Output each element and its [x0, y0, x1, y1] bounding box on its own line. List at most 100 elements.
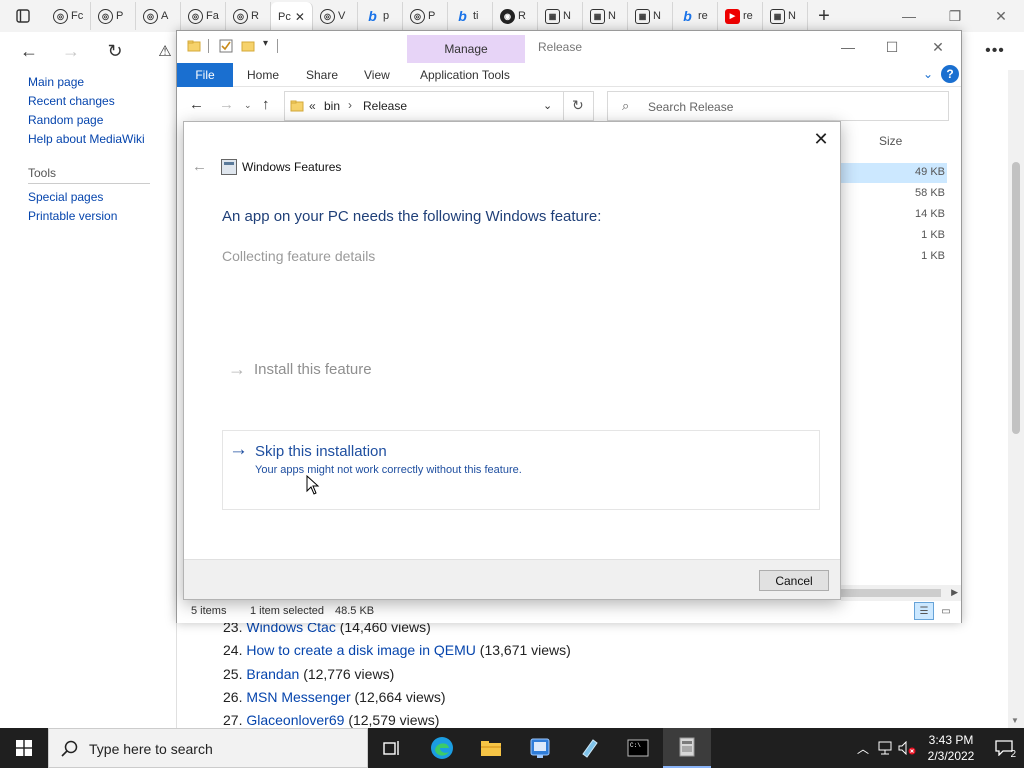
browser-tab[interactable]: bp [358, 2, 403, 30]
wiki-link-special-pages[interactable]: Special pages [28, 190, 103, 204]
forward-button[interactable]: → [56, 36, 86, 66]
task-view-button[interactable] [368, 728, 416, 768]
explorer-back-icon[interactable]: ← [189, 96, 204, 113]
taskbar-clock[interactable]: 3:43 PM 2/3/2022 [918, 732, 984, 764]
explorer-minimize-button[interactable]: — [825, 33, 871, 61]
skip-installation-option[interactable]: → Skip this installation Your apps might… [222, 430, 820, 510]
browser-tab[interactable]: ◎ R [226, 2, 271, 30]
restore-button[interactable]: ❐ [932, 0, 978, 32]
browser-tab[interactable]: ▶ re [718, 2, 763, 30]
article-link[interactable]: How to create a disk image in QEMU [246, 642, 476, 658]
taskbar-search-box[interactable]: Type here to search [48, 728, 368, 768]
browser-tab[interactable]: ▦ N [628, 2, 673, 30]
minimize-icon: — [841, 39, 855, 55]
wiki-link-main-page[interactable]: Main page [28, 75, 84, 89]
close-icon: ✕ [995, 7, 1007, 24]
browser-tab[interactable]: ▦ N [538, 2, 583, 30]
refresh-icon[interactable]: ↻ [572, 97, 584, 114]
wiki-favicon-icon: ◎ [143, 8, 158, 24]
wiki-link-help[interactable]: Help about MediaWiki [28, 132, 145, 146]
horizontal-scrollbar[interactable]: ▶ [841, 585, 961, 601]
network-button[interactable] [874, 728, 896, 768]
size-column-header[interactable]: Size [879, 134, 902, 148]
breadcrumb-overflow[interactable]: « [309, 99, 316, 113]
browser-menu-button[interactable]: ••• [980, 36, 1010, 66]
article-link[interactable]: Brandan [246, 666, 299, 682]
quick-access-dropdown-icon[interactable]: ▾ [263, 38, 268, 49]
details-view-button[interactable]: ☰ [914, 602, 934, 620]
list-item: 25. Brandan (12,776 views) [223, 666, 394, 682]
explorer-forward-icon[interactable]: → [219, 96, 234, 113]
warning-icon: ⚠ [158, 43, 172, 60]
browser-tab[interactable]: ◎ V [313, 2, 358, 30]
browser-tab[interactable]: ◎ P [91, 2, 136, 30]
help-button[interactable]: ? [941, 65, 959, 83]
breadcrumb-release[interactable]: Release [363, 99, 407, 113]
start-button[interactable] [0, 728, 48, 768]
expand-ribbon-icon[interactable]: ⌄ [923, 67, 933, 81]
address-dropdown-icon[interactable]: ⌄ [543, 99, 552, 112]
address-bar[interactable]: « bin › Release ⌄ ↻ [284, 91, 594, 121]
browser-tab[interactable]: ◉ R [493, 2, 538, 30]
dialog-close-button[interactable]: ✕ [808, 126, 834, 152]
browser-tab[interactable]: b re [673, 2, 718, 30]
browser-tab[interactable]: b ti [448, 2, 493, 30]
browser-tab[interactable]: ◎ P [403, 2, 448, 30]
scroll-down-icon[interactable]: ▼ [1011, 716, 1019, 725]
show-hidden-icons-button[interactable]: ︿ [852, 728, 874, 768]
explorer-search-box[interactable]: ⌕ Search Release [607, 91, 949, 121]
taskbar-terminal-button[interactable]: C:\ [614, 728, 662, 768]
explorer-maximize-button[interactable]: ☐ [869, 33, 915, 61]
browser-tab[interactable]: ◎ A [136, 2, 181, 30]
article-link[interactable]: Glaceonlover69 [246, 712, 344, 728]
ribbon-tab-home[interactable]: Home [247, 68, 279, 82]
scroll-right-icon[interactable]: ▶ [951, 587, 958, 598]
breadcrumb-separator-icon[interactable]: › [348, 98, 352, 112]
browser-tab[interactable]: ◎ Fc [46, 2, 91, 30]
close-tab-icon[interactable]: ✕ [295, 10, 305, 24]
recent-locations-icon[interactable]: ⌄ [244, 100, 252, 111]
browser-tab-label: re [698, 10, 708, 22]
browser-scrollbar[interactable]: ▼ [1008, 70, 1024, 728]
ribbon-tab-view[interactable]: View [364, 68, 390, 82]
explorer-close-button[interactable]: ✕ [915, 33, 961, 61]
install-feature-option[interactable]: → Install this feature [228, 359, 372, 380]
scrollbar-thumb[interactable] [1012, 162, 1020, 434]
ribbon-tab-file[interactable]: File [177, 63, 233, 87]
up-arrow-icon[interactable]: ↑ [262, 96, 270, 113]
manage-tab[interactable]: Manage [407, 35, 525, 63]
taskbar-app-button[interactable] [516, 728, 564, 768]
refresh-button[interactable]: ↻ [100, 36, 130, 66]
browser-tab[interactable]: ▦ N [583, 2, 628, 30]
minimize-button[interactable]: — [886, 0, 932, 32]
browser-tab[interactable]: ▦ N [763, 2, 808, 30]
volume-button[interactable] [896, 728, 918, 768]
tab-actions-button[interactable] [0, 0, 46, 32]
back-button[interactable]: ← [14, 36, 44, 66]
taskbar-file-explorer-button[interactable] [467, 728, 515, 768]
notebook-favicon-icon: ▦ [545, 8, 560, 24]
article-link[interactable]: MSN Messenger [246, 689, 350, 705]
wiki-link-printable-version[interactable]: Printable version [28, 209, 117, 223]
taskbar-notepad-button[interactable] [565, 728, 613, 768]
browser-tab[interactable]: Pc ✕ [271, 2, 313, 32]
browser-tab[interactable]: ◎ Fa [181, 2, 226, 30]
notification-center-button[interactable]: 2 [984, 728, 1024, 768]
new-tab-button[interactable]: + [808, 2, 840, 30]
scrollbar-thumb[interactable] [841, 589, 941, 597]
ribbon-tab-application-tools[interactable]: Application Tools [420, 68, 510, 82]
taskbar-installer-button[interactable] [663, 728, 711, 768]
new-folder-icon[interactable] [241, 39, 255, 53]
ribbon-tab-share[interactable]: Share [306, 68, 338, 82]
wiki-link-random-page[interactable]: Random page [28, 113, 103, 127]
back-arrow-icon: ← [20, 40, 38, 61]
large-icons-view-button[interactable]: ▭ [936, 602, 956, 620]
taskbar-edge-button[interactable] [418, 728, 466, 768]
view-count: (12,776 views) [303, 666, 395, 682]
properties-icon[interactable] [219, 39, 233, 53]
breadcrumb-bin[interactable]: bin [324, 99, 340, 113]
dialog-back-icon[interactable]: ← [192, 158, 207, 175]
wiki-link-recent-changes[interactable]: Recent changes [28, 94, 115, 108]
close-button[interactable]: ✕ [978, 0, 1024, 32]
cancel-button[interactable]: Cancel [759, 570, 829, 591]
